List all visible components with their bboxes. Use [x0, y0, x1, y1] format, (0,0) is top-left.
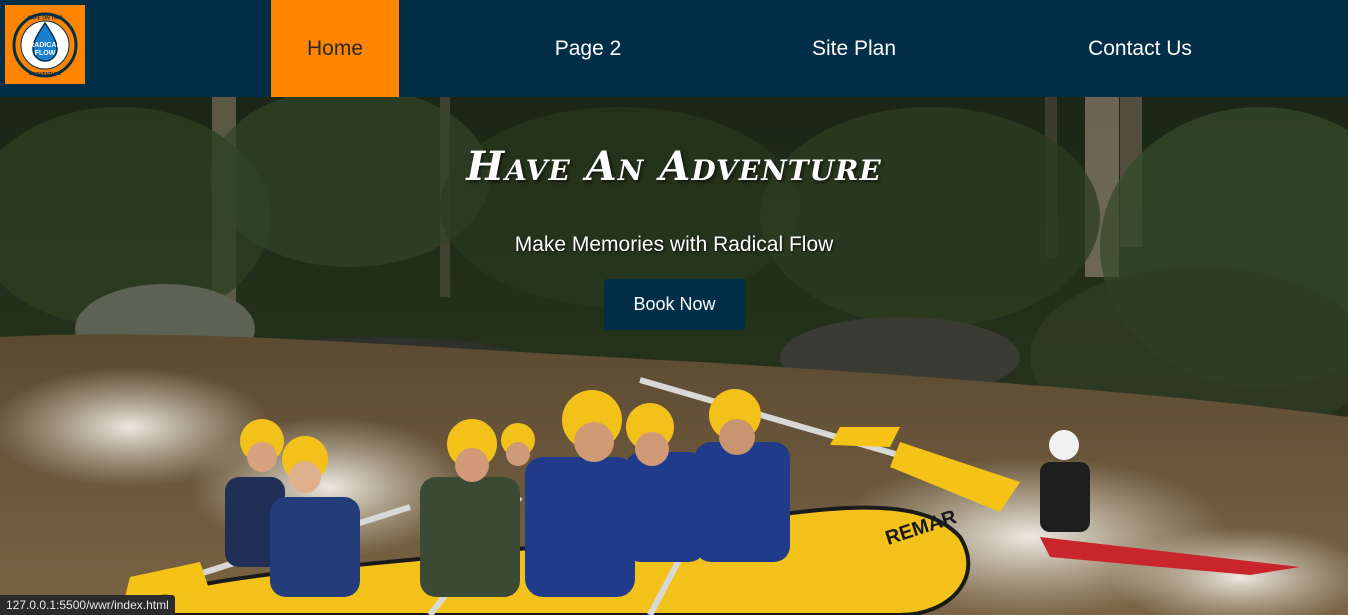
nav-page-2-label: Page 2: [554, 36, 622, 60]
top-navbar: RADICAL FLOW SAFE ON TRIP & ADVENTURE Ho…: [0, 0, 1348, 97]
nav-home[interactable]: Home: [271, 0, 399, 97]
logo-top-text: SAFE ON TRIP: [27, 15, 63, 21]
nav-contact-us[interactable]: Contact Us: [1068, 0, 1212, 97]
logo-name-line1: RADICAL: [29, 42, 61, 49]
logo-name-line2: FLOW: [35, 50, 56, 57]
logo-bottom-text: & ADVENTURE: [29, 71, 61, 76]
logo-badge-icon: RADICAL FLOW SAFE ON TRIP & ADVENTURE: [12, 12, 78, 77]
page: RADICAL FLOW SAFE ON TRIP & ADVENTURE Ho…: [0, 0, 1348, 615]
hero-section: REMAR Have An Adventure Make Memories wi…: [0, 97, 1348, 615]
book-now-button[interactable]: Book Now: [604, 279, 745, 330]
nav-site-plan-label: Site Plan: [811, 36, 897, 60]
nav-home-label: Home: [306, 36, 364, 60]
nav-site-plan[interactable]: Site Plan: [790, 0, 918, 97]
hero-title: Have An Adventure: [466, 143, 882, 190]
nav-page-2[interactable]: Page 2: [520, 0, 656, 97]
site-logo[interactable]: RADICAL FLOW SAFE ON TRIP & ADVENTURE: [5, 5, 85, 84]
hero-subtitle: Make Memories with Radical Flow: [514, 233, 834, 256]
nav-contact-us-label: Contact Us: [1088, 36, 1192, 60]
status-bar-url: 127.0.0.1:5500/wwr/index.html: [0, 595, 175, 615]
